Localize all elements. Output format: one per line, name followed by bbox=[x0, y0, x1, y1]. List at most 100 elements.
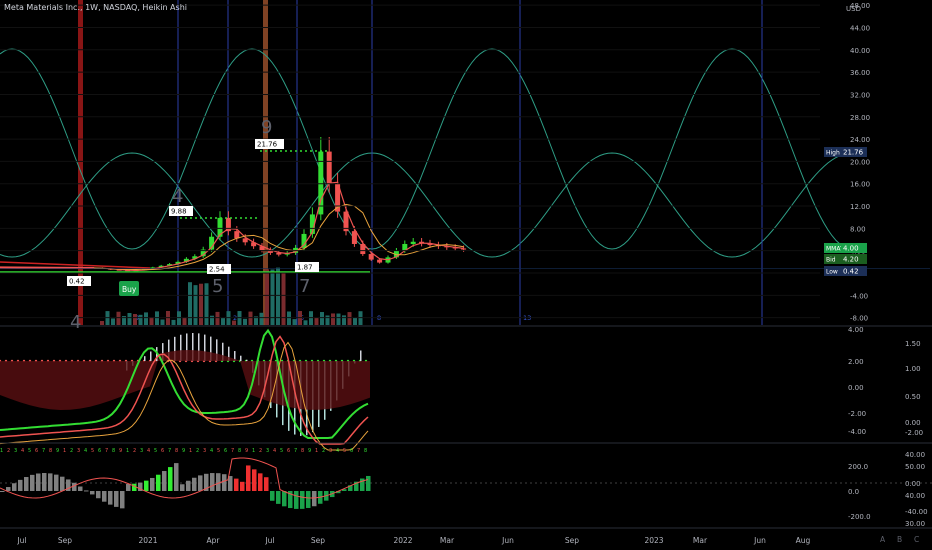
osc-count-digit: 2 bbox=[70, 448, 73, 454]
price-axis-label: 12.00 bbox=[850, 203, 870, 211]
volume-bar bbox=[314, 317, 319, 325]
osc-count-digit: 9 bbox=[245, 448, 248, 454]
volume-bar bbox=[215, 311, 220, 325]
price-axis-label: 36.00 bbox=[850, 69, 870, 77]
x-axis-label: Aug bbox=[796, 536, 811, 545]
volume-bar bbox=[160, 319, 165, 325]
volume-bar bbox=[149, 317, 154, 325]
osc-histogram-bar bbox=[12, 483, 17, 491]
osc-count-digit: 9 bbox=[56, 448, 59, 454]
x-axis-label: 2023 bbox=[644, 536, 663, 545]
volume-bar bbox=[193, 285, 198, 325]
osc-count-digit: 1 bbox=[63, 448, 66, 454]
count-four: 4 bbox=[172, 186, 183, 207]
macd-axis-label: 2.00 bbox=[848, 358, 864, 366]
volume-bar bbox=[127, 313, 132, 325]
osc-histogram-bar bbox=[264, 477, 269, 491]
corner-letter-a[interactable]: A bbox=[880, 535, 885, 544]
osc-histogram-bar bbox=[60, 476, 65, 491]
osc-count-digit: 1 bbox=[252, 448, 255, 454]
macd-histogram-bar bbox=[360, 350, 362, 361]
volume-bar bbox=[325, 315, 330, 325]
volume-bar bbox=[259, 312, 264, 325]
count-four-b: 4 bbox=[70, 312, 81, 333]
osc-count-digit: 2 bbox=[133, 448, 136, 454]
x-axis-label: Jun bbox=[753, 536, 766, 545]
osc-histogram-bar bbox=[234, 478, 239, 491]
sine-wave-a bbox=[0, 48, 841, 250]
osc-count-digit: 2 bbox=[7, 448, 10, 454]
ma-fast bbox=[93, 181, 464, 272]
macd-right-axis-label: 1.50 bbox=[905, 340, 921, 348]
annotation-peak: 21.76 bbox=[257, 141, 278, 149]
osc-count-digit: 6 bbox=[224, 448, 227, 454]
macd-right-axis-label: -2.00 bbox=[905, 429, 923, 437]
volume-bar bbox=[144, 312, 148, 325]
macd-histogram-bar bbox=[144, 356, 146, 361]
volume-bar bbox=[204, 283, 209, 325]
volume-bar bbox=[270, 269, 275, 325]
osc-count-digit: 2 bbox=[196, 448, 199, 454]
badge-low-value: 0.42 bbox=[843, 268, 859, 276]
osc-count-digit: 5 bbox=[217, 448, 220, 454]
osc-count-digit: 3 bbox=[266, 448, 269, 454]
osc-count-digit: 8 bbox=[238, 448, 241, 454]
osc-histogram-bar bbox=[198, 475, 203, 491]
osc-count-digit: 7 bbox=[357, 448, 360, 454]
osc-axis-label: 0.0 bbox=[848, 488, 859, 496]
osc-count-digit: 9 bbox=[182, 448, 185, 454]
volume-bar bbox=[182, 317, 187, 325]
volume-bar bbox=[188, 282, 192, 325]
osc-histogram-bar bbox=[300, 491, 305, 509]
osc-count-digit: 8 bbox=[112, 448, 115, 454]
price-axis-label: 32.00 bbox=[850, 91, 870, 99]
osc-histogram-bar bbox=[18, 479, 23, 491]
osc-histogram-bar bbox=[84, 490, 89, 492]
x-axis-label: Apr bbox=[207, 536, 221, 545]
chart-svg[interactable]: 9 2 5 8 1 3 4.00 2.00 0.00 -2.00 -4.00 1.50 1.00 0.5… bbox=[0, 0, 932, 550]
osc-count-digit: 1 bbox=[189, 448, 192, 454]
macd-axis-label: 0.00 bbox=[848, 384, 864, 392]
ma-slow bbox=[93, 203, 464, 271]
macd-axis-label: -2.00 bbox=[848, 410, 866, 418]
badge-bid-label: Bid bbox=[826, 257, 836, 264]
osc-count-digit: 9 bbox=[308, 448, 311, 454]
annotation-low-a: 0.42 bbox=[69, 278, 85, 286]
corner-letter-b[interactable]: B bbox=[897, 535, 902, 544]
osc-histogram-bar bbox=[312, 491, 317, 507]
osc-count-digit: 5 bbox=[280, 448, 283, 454]
osc-count-digit: 4 bbox=[273, 448, 276, 454]
osc-count-digit: 3 bbox=[140, 448, 143, 454]
osc-histogram-bar bbox=[102, 491, 107, 502]
volume-bar bbox=[331, 313, 335, 325]
volume-bar bbox=[287, 311, 291, 325]
osc-axis-label: -200.0 bbox=[848, 513, 871, 521]
osc-histogram-bar bbox=[306, 491, 311, 508]
volume-bar bbox=[138, 314, 143, 325]
osc-histogram-bar bbox=[90, 491, 95, 495]
volume-bar bbox=[281, 271, 286, 325]
osc-histogram-bar bbox=[252, 469, 257, 491]
osc-count-digit: 6 bbox=[161, 448, 164, 454]
volume-bar bbox=[100, 321, 104, 325]
volume-bar bbox=[248, 311, 253, 325]
currency-label: USD bbox=[846, 5, 861, 13]
corner-letter-c[interactable]: C bbox=[914, 535, 919, 544]
osc-count-digit: 2 bbox=[322, 448, 325, 454]
macd-axis-label: -4.00 bbox=[848, 428, 866, 436]
osc-histogram-bar bbox=[144, 480, 149, 491]
candle-body bbox=[351, 231, 357, 244]
osc-histogram-bar bbox=[192, 477, 197, 491]
candle-body bbox=[326, 151, 332, 184]
osc-count-digit: 7 bbox=[105, 448, 108, 454]
badge-bid-value: 4.20 bbox=[843, 256, 859, 264]
osc-histogram-bar bbox=[156, 474, 161, 491]
x-axis-label: Sep bbox=[58, 536, 72, 545]
chart-title: Meta Materials Inc., 1W, NASDAQ, Heikin … bbox=[4, 3, 187, 12]
osc-count-digit: 7 bbox=[168, 448, 171, 454]
volume-bar bbox=[336, 313, 341, 325]
osc-histogram-bar bbox=[48, 473, 53, 491]
badge-low-label: Low bbox=[826, 269, 838, 276]
x-axis-label: Sep bbox=[311, 536, 325, 545]
osc-right-axis-label: -40.00 bbox=[905, 508, 928, 516]
